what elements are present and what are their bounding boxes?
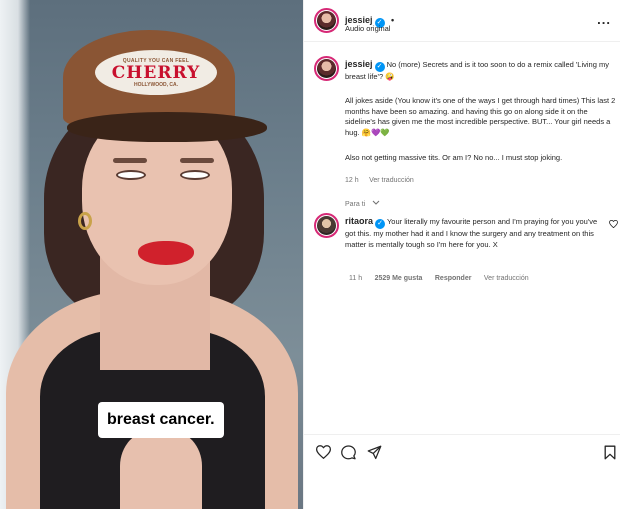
comment-reply-button[interactable]: Responder (435, 275, 472, 282)
verified-badge-icon: ✓ (375, 219, 386, 229)
video-person-brow (113, 158, 147, 163)
comment-username[interactable]: ritaora (345, 216, 373, 226)
header-dot: • (390, 15, 395, 25)
comment-meta: 11 h 2529 Me gusta Responder Ver traducc… (349, 267, 529, 285)
post-caption: jessiej ✓ No (more) Secrets and is it too… (345, 59, 615, 83)
comment-translate-link[interactable]: Ver traducción (484, 275, 529, 282)
caption-paragraph-2: All jokes aside (You know it's one of th… (345, 96, 616, 137)
comment-time[interactable]: 11 h (349, 275, 362, 282)
chevron-down-icon (372, 200, 380, 205)
sort-label: Para ti (345, 201, 366, 208)
comment-like-heart-icon[interactable] (609, 220, 618, 228)
comment-likes[interactable]: 2529 Me gusta (375, 275, 423, 282)
author-avatar[interactable] (314, 8, 339, 33)
video-person-eye (116, 170, 146, 180)
video-person-eye (180, 170, 210, 180)
share-send-icon[interactable] (367, 445, 382, 460)
video-person-earring (78, 212, 92, 230)
commenter-avatar[interactable] (314, 213, 339, 238)
cap-patch-bottom-text: HOLLYWOOD, CA. (134, 81, 178, 88)
comment-bubble-icon[interactable] (341, 445, 356, 460)
post-action-bar (304, 434, 620, 474)
post-header: jessiej ✓ • Audio original ... (304, 0, 620, 42)
cap-patch-logo: QUALITY YOU CAN FEEL CHERRY HOLLYWOOD, C… (95, 50, 217, 95)
caption-paragraph-1: No (more) Secrets and is it too soon to … (345, 60, 609, 81)
video-caption: breast cancer. (98, 402, 224, 438)
caption-paragraph-3: Also not getting massive tits. Or am I? … (345, 153, 563, 162)
more-options-icon[interactable]: ... (597, 12, 611, 27)
video-player[interactable]: QUALITY YOU CAN FEEL CHERRY HOLLYWOOD, C… (0, 0, 303, 509)
save-bookmark-icon[interactable] (604, 445, 616, 460)
caption-time[interactable]: 12 h (345, 177, 359, 184)
verified-badge-icon: ✓ (374, 62, 385, 72)
video-person-brow (180, 158, 214, 163)
comment-body: ritaora ✓ Your literally my favourite per… (345, 216, 603, 250)
like-heart-icon[interactable] (316, 445, 331, 459)
caption-translate-link[interactable]: Ver traducción (369, 177, 414, 184)
caption-username[interactable]: jessiej (345, 59, 373, 69)
comment-sort-selector[interactable]: Para ti (345, 193, 380, 211)
cap-patch-brand: CHERRY (111, 62, 201, 83)
post-side-panel: jessiej ✓ • Audio original ... jessiej ✓ N… (303, 0, 620, 509)
video-person-hands (120, 430, 202, 509)
video-person-lips (138, 241, 194, 265)
caption-author-avatar[interactable] (314, 56, 339, 81)
caption-meta: 12 h Ver traducción (345, 169, 414, 187)
video-person-cap-brim (67, 112, 267, 142)
audio-original-link[interactable]: Audio original (345, 24, 390, 33)
